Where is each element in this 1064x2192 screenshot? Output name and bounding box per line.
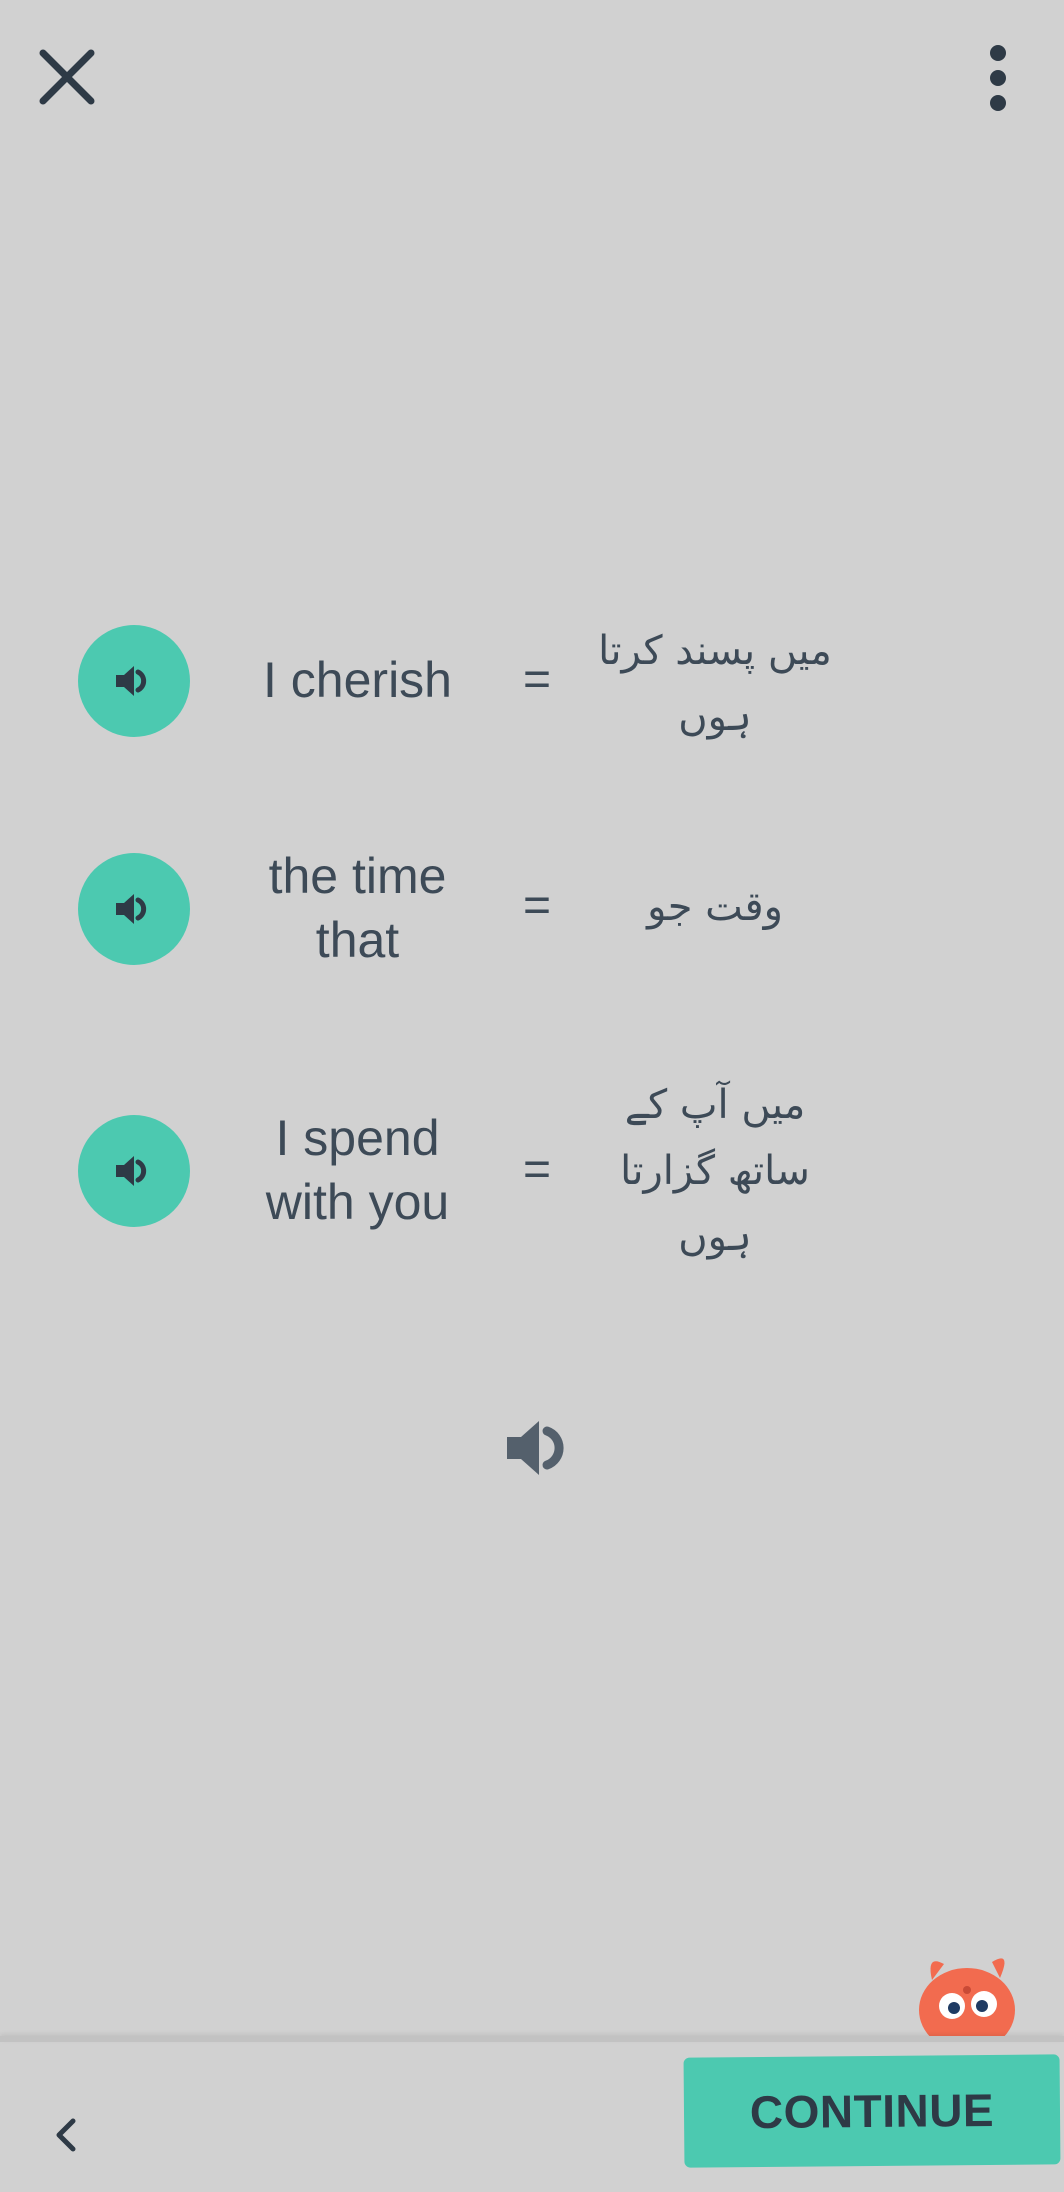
- equals-sign: =: [522, 653, 552, 706]
- more-vertical-icon: [990, 45, 1006, 111]
- phrase-row: I cherish = میں پسند کرتا ہوں: [0, 600, 1064, 840]
- mascot-character: [919, 1958, 1015, 2040]
- footer-divider: [0, 2036, 1064, 2042]
- continue-button[interactable]: CONTINUE: [683, 2054, 1061, 2168]
- play-phrase-button[interactable]: [78, 1115, 190, 1227]
- play-phrase-button[interactable]: [78, 625, 190, 737]
- play-sentence-button[interactable]: [500, 1410, 576, 1486]
- close-icon: [39, 49, 95, 105]
- lesson-screen: I cherish = میں پسند کرتا ہوں the time t…: [0, 0, 1064, 2192]
- urdu-translation: وقت جو: [647, 884, 783, 930]
- speaker-icon: [116, 1156, 147, 1186]
- equals-sign: =: [522, 1143, 552, 1196]
- english-phrase: the time that: [268, 848, 447, 968]
- speaker-icon: [116, 666, 147, 696]
- urdu-translation: میں پسند کرتا ہوں: [598, 628, 832, 740]
- speaker-icon: [507, 1421, 564, 1475]
- close-button[interactable]: [30, 40, 104, 114]
- english-phrase: I spend with you: [265, 1110, 450, 1230]
- play-phrase-button[interactable]: [78, 853, 190, 965]
- back-button[interactable]: [36, 2100, 96, 2170]
- chevron-left-icon: [56, 2118, 76, 2152]
- urdu-translation: میں آپ کے ساتھ گزارتا ہوں: [620, 1082, 810, 1260]
- more-options-button[interactable]: [970, 38, 1026, 118]
- equals-sign: =: [522, 879, 552, 932]
- english-phrase: I cherish: [263, 652, 452, 708]
- speaker-icon: [116, 894, 147, 924]
- phrase-row: I spend with you = میں آپ کے ساتھ گزارتا…: [0, 1060, 1064, 1300]
- phrase-row: the time that = وقت جو: [0, 828, 1064, 1068]
